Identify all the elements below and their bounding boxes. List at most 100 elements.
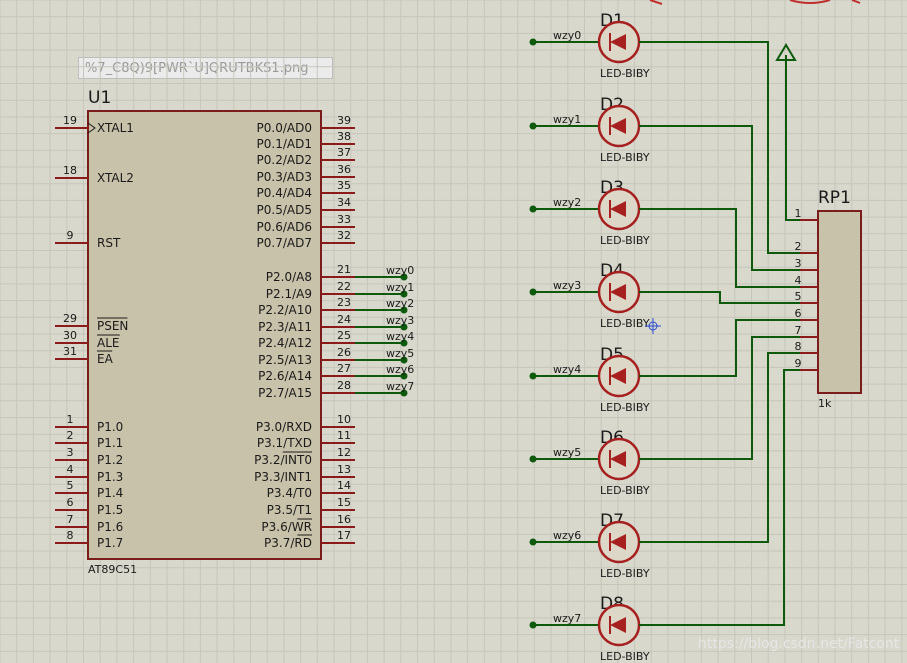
u1-pin-name: EA [97, 352, 114, 366]
led-value-label: LED-BIBY [600, 650, 650, 663]
u1-pin-name: P0.0/AD0 [257, 121, 312, 135]
junction-dot [529, 621, 537, 629]
u1-pin-name: ALE [97, 336, 119, 350]
u1-pin-number: 19 [63, 114, 77, 127]
wire-led-to-rp1 [639, 41, 800, 254]
u1-pin-name: P3.5/T1 [267, 503, 312, 517]
net-label-wzy1: wzy1 [386, 281, 414, 294]
u1-pin-name: P2.0/A8 [266, 270, 312, 284]
u1-pin-number: 27 [337, 362, 351, 375]
u1-pin-number: 1 [67, 413, 74, 426]
u1-pin-number: 9 [67, 229, 74, 242]
u1-pin-number: 4 [67, 463, 74, 476]
u1-pin-number: 16 [337, 513, 351, 526]
u1-pin-name: XTAL1 [97, 121, 134, 135]
junction-dot [529, 538, 537, 546]
u1-pin-name: P2.7/A15 [258, 386, 312, 400]
net-label-wzy2: wzy2 [553, 196, 581, 209]
net-label-wzy6: wzy6 [386, 363, 414, 376]
u1-pin-number: 13 [337, 463, 351, 476]
u1-pin-number: 11 [337, 429, 351, 442]
wire-led-to-rp1 [639, 291, 800, 304]
u1-pin-name: P2.5/A13 [258, 353, 312, 367]
junction-dot [529, 372, 537, 380]
net-label-wzy7: wzy7 [553, 612, 581, 625]
u1-pin-number: 18 [63, 164, 77, 177]
u1-pin-number: 8 [67, 529, 74, 542]
u1-pin-number: 23 [337, 296, 351, 309]
watermark-text: https://blog.csdn.net/Fatcont [698, 636, 900, 652]
net-label-wzy0: wzy0 [553, 29, 581, 42]
u1-pin-number: 2 [67, 429, 74, 442]
u1-pin-number: 26 [337, 346, 351, 359]
u1-pin-name: P0.5/AD5 [257, 203, 312, 217]
wire-led-to-rp1 [639, 369, 800, 626]
u1-pin-name: P0.4/AD4 [257, 186, 312, 200]
u1-pin-name: P3.1/TXD [257, 436, 312, 450]
u1-pin-number: 14 [337, 479, 351, 492]
rp1-pin-number: 5 [795, 290, 802, 303]
net-label-wzy6: wzy6 [553, 529, 581, 542]
net-label-wzy5: wzy5 [386, 347, 414, 360]
u1-pin-name: P3.4/T0 [267, 486, 312, 500]
junction-dot [529, 122, 537, 130]
led-value-label: LED-BIBY [600, 234, 650, 247]
u1-pin-number: 15 [337, 496, 351, 509]
u1-pin-number: 28 [337, 379, 351, 392]
u1-pin-number: 5 [67, 479, 74, 492]
u1-pin-name: P0.3/AD3 [257, 170, 312, 184]
u1-pin-name: P0.2/AD2 [257, 153, 312, 167]
rp1-pin-number: 9 [795, 357, 802, 370]
u1-pin-number: 29 [63, 312, 77, 325]
u1-part-label: AT89C51 [88, 563, 137, 576]
u1-pin-name: P1.0 [97, 420, 123, 434]
schematic-canvas[interactable]: U1AT89C5119XTAL118XTAL29RST29PSEN30ALE31… [0, 0, 907, 663]
led-value-label: LED-BIBY [600, 567, 650, 580]
net-label-wzy0: wzy0 [386, 264, 414, 277]
u1-pin-number: 21 [337, 263, 351, 276]
u1-pin-number: 3 [67, 446, 74, 459]
rp1-pin-number: 3 [795, 257, 802, 270]
rp1-pin-number: 2 [795, 240, 802, 253]
net-label-wzy7: wzy7 [386, 380, 414, 393]
u1-pin-name: P1.4 [97, 486, 123, 500]
u1-pin-number: 32 [337, 229, 351, 242]
rp1-body [817, 210, 862, 394]
led-value-label: LED-BIBY [600, 67, 650, 80]
rp1-value-label: 1k [818, 397, 832, 410]
u1-pin-name: P2.3/A11 [258, 320, 312, 334]
led-value-label: LED-BIBY [600, 401, 650, 414]
u1-pin-number: 33 [337, 213, 351, 226]
u1-pin-name: P1.3 [97, 470, 123, 484]
u1-pin-name: P3.7/RD [264, 536, 312, 550]
u1-pin-name: P1.7 [97, 536, 123, 550]
u1-pin-name: P2.2/A10 [258, 303, 312, 317]
led-value-label: LED-BIBY [600, 484, 650, 497]
rp1-pin-number: 8 [795, 340, 802, 353]
net-label-wzy5: wzy5 [553, 446, 581, 459]
net-label-wzy4: wzy4 [553, 363, 581, 376]
u1-pin-name: P1.6 [97, 520, 123, 534]
u1-pin-name: P0.7/AD7 [257, 236, 312, 250]
u1-pin-name: PSEN [97, 319, 128, 333]
u1-pin-name: P1.2 [97, 453, 123, 467]
u1-pin-number: 7 [67, 513, 74, 526]
junction-dot [529, 288, 537, 296]
rp1-ref-label: RP1 [818, 188, 851, 208]
net-label-wzy4: wzy4 [386, 330, 414, 343]
wire-led-to-rp1 [639, 208, 800, 288]
u1-pin-name: XTAL2 [97, 171, 134, 185]
u1-pin-number: 6 [67, 496, 74, 509]
u1-pin-name: P3.2/INT0 [254, 453, 312, 467]
u1-pin-number: 35 [337, 179, 351, 192]
u1-pin-number: 12 [337, 446, 351, 459]
u1-pin-name: P2.4/A12 [258, 336, 312, 350]
u1-pin-name: P2.6/A14 [258, 369, 312, 383]
wire-led-to-rp1 [639, 352, 800, 543]
u1-pin-number: 25 [337, 329, 351, 342]
u1-pin-number: 38 [337, 130, 351, 143]
u1-pin-name: P2.1/A9 [266, 287, 312, 301]
junction-dot [529, 205, 537, 213]
u1-pin-number: 37 [337, 146, 351, 159]
u1-pin-number: 10 [337, 413, 351, 426]
